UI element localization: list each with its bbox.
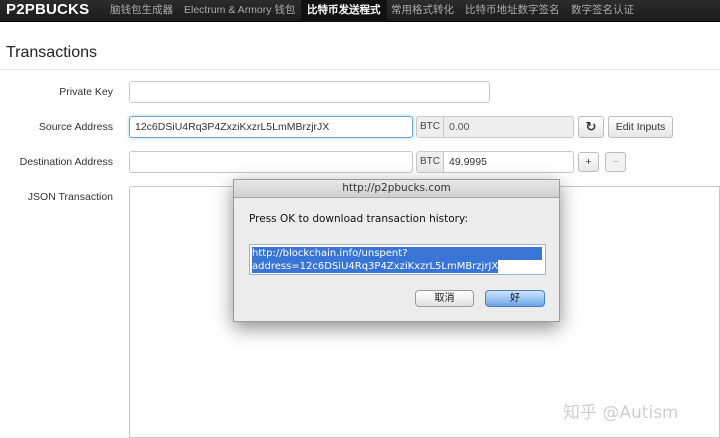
destination-btc-unit: BTC bbox=[416, 151, 444, 173]
destination-address-label: Destination Address bbox=[19, 156, 113, 168]
dialog-url-field[interactable]: http://blockchain.info/unspent? address=… bbox=[249, 244, 546, 275]
dialog-message: Press OK to download transaction history… bbox=[249, 213, 468, 225]
private-key-label: Private Key bbox=[59, 86, 113, 98]
private-key-input[interactable] bbox=[129, 81, 490, 103]
dialog-url-line-2: address=12c6DSiU4Rq3P4ZxziKxzrL5LmMBrzjr… bbox=[252, 260, 499, 273]
navbar: P2PBUCKS 脑钱包生成器 Electrum & Armory 钱包 比特币… bbox=[0, 0, 720, 22]
nav-item-brainwallet[interactable]: 脑钱包生成器 bbox=[106, 0, 177, 22]
json-transaction-label: JSON Transaction bbox=[27, 191, 113, 203]
source-address-input[interactable]: 12c6DSiU4Rq3P4ZxziKxzrL5LmMBrzjrJX bbox=[129, 116, 413, 138]
add-destination-button[interactable]: + bbox=[578, 152, 599, 172]
title-divider bbox=[0, 69, 720, 70]
edit-inputs-button[interactable]: Edit Inputs bbox=[608, 116, 673, 138]
source-address-label: Source Address bbox=[38, 121, 113, 133]
nav-item-verify-signature[interactable]: 数字签名认证 bbox=[567, 0, 638, 22]
source-btc-unit: BTC bbox=[416, 116, 444, 138]
brand-logo[interactable]: P2PBUCKS bbox=[6, 0, 89, 22]
destination-address-input[interactable] bbox=[129, 151, 413, 173]
dialog-cancel-button[interactable]: 取消 bbox=[415, 290, 474, 307]
refresh-button[interactable]: ↻ bbox=[578, 116, 604, 138]
refresh-icon: ↻ bbox=[585, 119, 597, 134]
alert-dialog: http://p2pbucks.com Press OK to download… bbox=[233, 179, 560, 322]
remove-destination-button[interactable]: − bbox=[605, 152, 626, 172]
nav-item-sign-message[interactable]: 比特币地址数字签名 bbox=[461, 0, 564, 22]
dialog-title: http://p2pbucks.com bbox=[234, 180, 559, 198]
source-amount-field: 0.00 bbox=[444, 116, 574, 138]
page-title: Transactions bbox=[6, 44, 97, 61]
watermark: 知乎 @Autism bbox=[563, 403, 679, 423]
dialog-ok-button[interactable]: 好 bbox=[485, 290, 545, 307]
nav-item-converter[interactable]: 常用格式转化 bbox=[387, 0, 458, 22]
destination-amount-input[interactable]: 49.9995 bbox=[444, 151, 574, 173]
nav-item-transactions[interactable]: 比特币发送程式 bbox=[301, 0, 387, 22]
nav-item-electrum-armory[interactable]: Electrum & Armory 钱包 bbox=[180, 0, 299, 22]
dialog-url-line-1: http://blockchain.info/unspent? bbox=[252, 247, 542, 260]
